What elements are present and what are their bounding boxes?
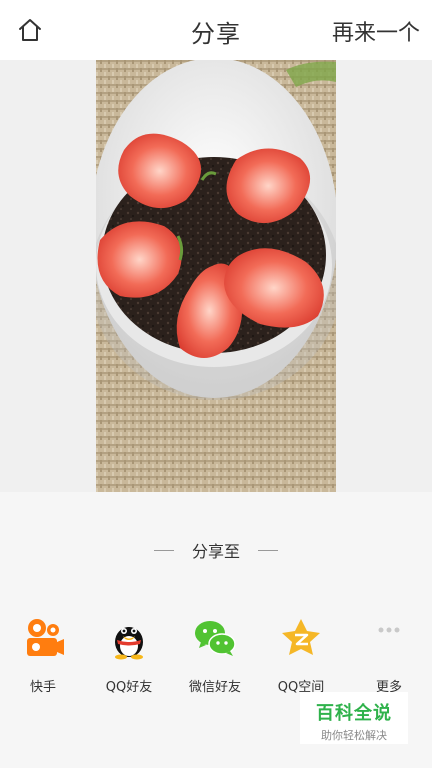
share-target-qq[interactable]: QQ好友 (86, 616, 172, 695)
strawberry-dessert-photo (96, 60, 336, 492)
again-button[interactable]: 再来一个 (332, 15, 420, 47)
qq-icon (115, 627, 143, 660)
divider-right (258, 549, 278, 551)
watermark-subtitle: 助你轻松解决 (321, 729, 387, 742)
share-target-label: 快手 (29, 680, 56, 695)
kuaishou-icon (27, 619, 64, 656)
share-target-label: QQ好友 (105, 680, 153, 695)
qzone-icon (282, 619, 320, 655)
divider-left (153, 549, 174, 551)
share-target-kuaishou[interactable]: 快手 (0, 616, 86, 695)
share-to-label: 分享至 (191, 542, 240, 561)
share-target-more[interactable]: 更多 (346, 616, 432, 695)
share-target-wechat[interactable]: 微信好友 (172, 616, 258, 695)
share-targets: 快手 QQ好友 微信好友 QQ空间 更多 (0, 616, 432, 696)
top-bar: 分享 再来一个 (0, 0, 432, 60)
share-target-label: 微信好友 (188, 680, 241, 695)
watermark-logo: 百科全说 助你轻松解决 (300, 692, 408, 744)
wechat-icon (195, 621, 236, 656)
share-label-row: 分享至 (0, 538, 432, 562)
share-target-qzone[interactable]: QQ空间 (258, 616, 344, 695)
photo-area (0, 60, 432, 492)
watermark-title: 百科全说 (316, 703, 392, 724)
more-icon (378, 627, 400, 633)
